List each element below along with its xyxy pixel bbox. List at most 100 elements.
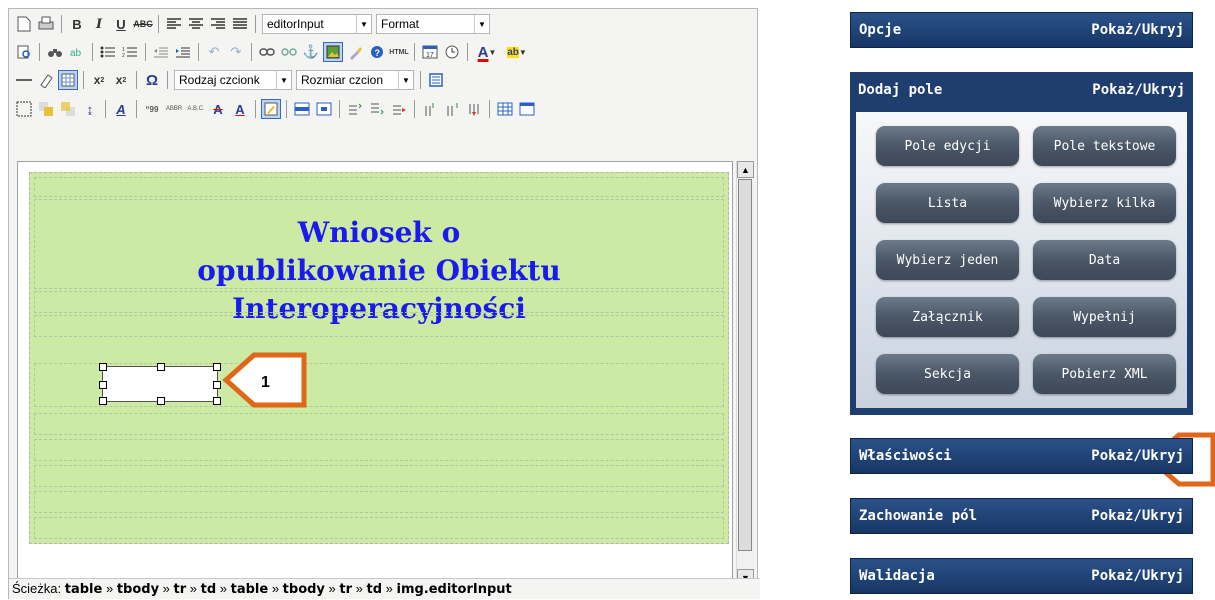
outdent-icon[interactable] xyxy=(151,42,171,62)
field-button-get-xml[interactable]: Pobierz XML xyxy=(1033,354,1176,394)
acronym-icon[interactable]: A.B.C. xyxy=(186,99,206,119)
path-item[interactable]: table xyxy=(65,582,103,597)
resize-handle[interactable] xyxy=(157,397,165,405)
font-size-select[interactable]: Rozmiar czcion ▼ xyxy=(296,70,414,90)
replace-icon[interactable]: ab xyxy=(67,42,87,62)
align-left-icon[interactable] xyxy=(164,14,184,34)
underline-icon[interactable]: U xyxy=(111,14,131,34)
panel-add-field-header[interactable]: Dodaj pole Pokaż/Ukryj xyxy=(850,72,1193,108)
find-icon[interactable] xyxy=(45,42,65,62)
cell-properties-icon[interactable] xyxy=(314,99,334,119)
horizontal-rule-icon[interactable] xyxy=(14,70,34,90)
toggle-link[interactable]: Pokaż/Ukryj xyxy=(1092,82,1185,98)
style-icon[interactable]: A xyxy=(111,99,131,119)
redo-icon[interactable]: ↷ xyxy=(226,42,246,62)
path-item[interactable]: img.editorInput xyxy=(396,582,511,597)
editor-scrollbar[interactable]: ▲ ▼ xyxy=(736,161,754,586)
scroll-up-icon[interactable]: ▲ xyxy=(737,161,754,178)
resize-handle[interactable] xyxy=(99,381,107,389)
field-button-fill[interactable]: Wypełnij xyxy=(1033,297,1176,337)
text-color-icon[interactable]: A ▼ xyxy=(473,42,501,62)
field-button-single-select[interactable]: Wybierz jeden xyxy=(876,240,1019,280)
delete-row-icon[interactable] xyxy=(389,99,409,119)
align-right-icon[interactable] xyxy=(208,14,228,34)
attributes-icon[interactable] xyxy=(261,99,281,119)
path-item[interactable]: tr xyxy=(339,582,352,597)
field-button-multi-select[interactable]: Wybierz kilka xyxy=(1033,183,1176,223)
bullet-list-icon[interactable] xyxy=(98,42,118,62)
abbr-icon[interactable]: ABBR xyxy=(164,99,184,119)
move-backward-icon[interactable] xyxy=(58,99,78,119)
link-icon[interactable] xyxy=(257,42,277,62)
unlink-icon[interactable] xyxy=(279,42,299,62)
field-button-section[interactable]: Sekcja xyxy=(876,354,1019,394)
align-justify-icon[interactable] xyxy=(230,14,250,34)
path-item[interactable]: td xyxy=(201,582,217,597)
fullscreen-icon[interactable] xyxy=(426,70,446,90)
style-select[interactable]: editorInput ▼ xyxy=(262,14,372,34)
toggle-link[interactable]: Pokaż/Ukryj xyxy=(1091,448,1184,464)
panel-options-header[interactable]: Opcje Pokaż/Ukryj xyxy=(850,12,1193,48)
field-button-date[interactable]: Data xyxy=(1033,240,1176,280)
path-item[interactable]: tbody xyxy=(117,582,159,597)
move-forward-icon[interactable] xyxy=(36,99,56,119)
panel-properties-header[interactable]: Właściwości Pokaż/Ukryj xyxy=(850,438,1193,474)
toggle-link[interactable]: Pokaż/Ukryj xyxy=(1091,568,1184,584)
font-family-select[interactable]: Rodzaj czcionk ▼ xyxy=(174,70,292,90)
subscript-icon[interactable]: x2 xyxy=(89,70,109,90)
toggle-link[interactable]: Pokaż/Ukryj xyxy=(1091,508,1184,524)
path-item[interactable]: tr xyxy=(174,582,187,597)
resize-handle[interactable] xyxy=(99,397,107,405)
resize-handle[interactable] xyxy=(157,363,165,371)
row-after-icon[interactable] xyxy=(367,99,387,119)
row-before-icon[interactable] xyxy=(345,99,365,119)
field-button-edit[interactable]: Pole edycji xyxy=(876,126,1019,166)
panel-validation-header[interactable]: Walidacja Pokaż/Ukryj xyxy=(850,558,1193,594)
cleanup-icon[interactable] xyxy=(345,42,365,62)
html-icon[interactable]: HTML xyxy=(389,42,409,62)
remove-format-icon[interactable] xyxy=(36,70,56,90)
special-char-icon[interactable]: Ω xyxy=(142,70,162,90)
path-item[interactable]: td xyxy=(366,582,382,597)
italic-icon[interactable]: I xyxy=(89,14,109,34)
format-select[interactable]: Format ▼ xyxy=(376,14,490,34)
field-button-textarea[interactable]: Pole tekstowe xyxy=(1033,126,1176,166)
insert-time-icon[interactable] xyxy=(442,42,462,62)
resize-handle[interactable] xyxy=(99,363,107,371)
panel-field-behavior-header[interactable]: Zachowanie pól Pokaż/Ukryj xyxy=(850,498,1193,534)
selected-input-field[interactable] xyxy=(99,363,221,405)
table-icon[interactable] xyxy=(495,99,515,119)
anchor-icon[interactable]: ⚓ xyxy=(301,42,321,62)
col-after-icon[interactable] xyxy=(442,99,462,119)
delete-col-icon[interactable] xyxy=(464,99,484,119)
image-icon[interactable] xyxy=(323,42,343,62)
toggle-link[interactable]: Pokaż/Ukryj xyxy=(1091,22,1184,38)
path-item[interactable]: tbody xyxy=(283,582,325,597)
align-center-icon[interactable] xyxy=(186,14,206,34)
row-properties-icon[interactable] xyxy=(292,99,312,119)
insert-date-icon[interactable]: 17 xyxy=(420,42,440,62)
scrollbar-thumb[interactable] xyxy=(738,179,752,551)
superscript-icon[interactable]: x2 xyxy=(111,70,131,90)
field-button-attachment[interactable]: Załącznik xyxy=(876,297,1019,337)
indent-icon[interactable] xyxy=(173,42,193,62)
bold-icon[interactable]: B xyxy=(67,14,87,34)
help-icon[interactable]: ? xyxy=(367,42,387,62)
field-button-list[interactable]: Lista xyxy=(876,183,1019,223)
new-document-icon[interactable] xyxy=(14,14,34,34)
path-item[interactable]: table xyxy=(231,582,269,597)
strikethrough-icon[interactable]: ABC xyxy=(133,14,153,34)
cite-icon[interactable]: “99 xyxy=(142,99,162,119)
highlight-color-icon[interactable]: ab ▼ xyxy=(503,42,531,62)
insert-text-icon[interactable]: A xyxy=(230,99,250,119)
absolute-position-icon[interactable]: ↨ xyxy=(80,99,100,119)
merge-cells-icon[interactable] xyxy=(517,99,537,119)
numbered-list-icon[interactable]: 12 xyxy=(120,42,140,62)
preview-icon[interactable] xyxy=(14,42,34,62)
print-icon[interactable] xyxy=(36,14,56,34)
delete-text-icon[interactable]: A xyxy=(208,99,228,119)
editor-content-area[interactable]: Wniosek o opublikowanie Obiektu Interope… xyxy=(17,161,733,586)
visual-aid-icon[interactable] xyxy=(58,70,78,90)
col-before-icon[interactable] xyxy=(420,99,440,119)
undo-icon[interactable]: ↶ xyxy=(204,42,224,62)
